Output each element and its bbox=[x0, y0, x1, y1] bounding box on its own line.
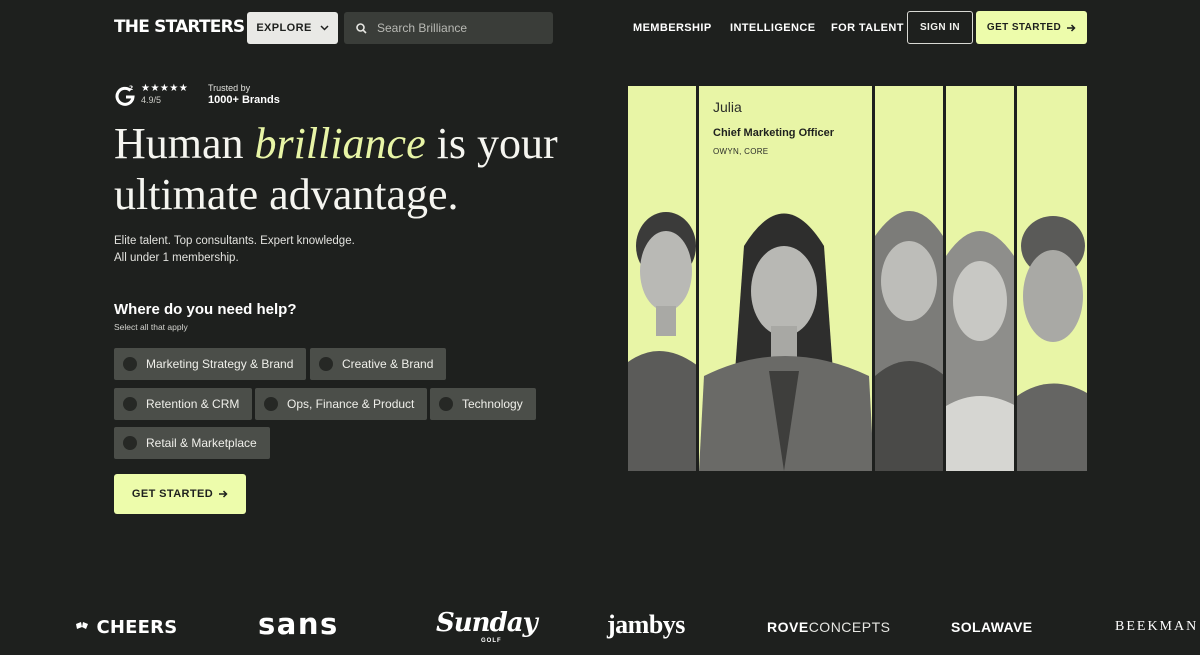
option-creative-brand[interactable]: Creative & Brand bbox=[310, 348, 447, 380]
talent-portrait-1[interactable] bbox=[628, 86, 696, 471]
option-label: Technology bbox=[462, 397, 523, 411]
option-label: Ops, Finance & Product bbox=[287, 397, 415, 411]
radio-icon bbox=[123, 357, 137, 371]
person-image bbox=[699, 213, 872, 471]
option-retail-marketplace[interactable]: Retail & Marketplace bbox=[114, 427, 270, 459]
person-image bbox=[628, 212, 696, 471]
hero-title-part1: Human bbox=[114, 119, 255, 168]
explore-label: EXPLORE bbox=[256, 22, 312, 34]
talent-portrait-julia[interactable] bbox=[699, 86, 872, 471]
option-label: Creative & Brand bbox=[342, 357, 434, 371]
hero-title: Human brilliance is your ultimate advant… bbox=[114, 118, 584, 220]
g2-logo-icon: 2 bbox=[115, 85, 135, 106]
sign-in-label: SIGN IN bbox=[919, 22, 961, 33]
person-image bbox=[946, 231, 1014, 471]
brand-rove-bold: ROVE bbox=[767, 619, 809, 635]
rating-stars: ★★★★★ bbox=[141, 83, 189, 94]
search-input[interactable] bbox=[377, 21, 537, 35]
option-marketing-strategy[interactable]: Marketing Strategy & Brand bbox=[114, 348, 307, 380]
svg-text:2: 2 bbox=[129, 85, 133, 92]
brand-logo-beekman: BEEKMAN 1802 bbox=[1115, 619, 1200, 634]
hero-get-started-label: GET STARTED bbox=[131, 488, 214, 500]
nav-get-started-label: GET STARTED bbox=[986, 22, 1062, 33]
top-nav: THE STARTERS EXPLORE MEMBERSHIP INTELLIG… bbox=[0, 0, 1200, 56]
nav-link-for-talent[interactable]: FOR TALENT bbox=[831, 22, 904, 34]
featured-name: Julia bbox=[713, 99, 742, 115]
radio-icon bbox=[123, 397, 137, 411]
radio-icon bbox=[439, 397, 453, 411]
radio-icon bbox=[319, 357, 333, 371]
chevron-down-icon bbox=[320, 25, 329, 31]
hero-get-started-button[interactable]: GET STARTED bbox=[114, 474, 246, 514]
featured-company: OWYN, CORE bbox=[713, 147, 769, 156]
brand-rove-light: CONCEPTS bbox=[808, 619, 891, 635]
brand-logo-sunday-sub: GOLF bbox=[481, 638, 502, 644]
brand-logo-jambys: jambys bbox=[607, 610, 685, 639]
radio-icon bbox=[123, 436, 137, 450]
explore-button[interactable]: EXPLORE bbox=[247, 12, 338, 44]
talent-portrait-5[interactable] bbox=[1017, 86, 1087, 471]
brand-logo-rove: ROVECONCEPTS bbox=[767, 619, 890, 635]
option-retention-crm[interactable]: Retention & CRM bbox=[114, 388, 253, 420]
brand-logo-sunday: Sunday bbox=[436, 608, 538, 638]
brand-name: CHEERS bbox=[96, 617, 178, 638]
radio-icon bbox=[264, 397, 278, 411]
option-technology[interactable]: Technology bbox=[430, 388, 536, 420]
arrow-right-icon bbox=[219, 490, 228, 498]
site-logo[interactable]: THE STARTERS bbox=[114, 17, 245, 37]
help-question: Where do you need help? bbox=[114, 301, 297, 318]
brand-logo-sans: sans bbox=[258, 607, 339, 641]
option-ops-finance[interactable]: Ops, Finance & Product bbox=[255, 388, 428, 420]
option-label: Retail & Marketplace bbox=[146, 436, 257, 450]
featured-role: Chief Marketing Officer bbox=[713, 127, 835, 139]
sign-in-button[interactable]: SIGN IN bbox=[907, 11, 973, 44]
brand-logo-solawave: SOLAWAVE bbox=[951, 619, 1033, 635]
brand-logo-cheers: CHEERS bbox=[74, 617, 177, 638]
help-instruction: Select all that apply bbox=[114, 322, 188, 332]
brands-count: 1000+ Brands bbox=[208, 94, 280, 106]
nav-link-intelligence[interactable]: INTELLIGENCE bbox=[730, 22, 815, 34]
person-image bbox=[1017, 216, 1087, 471]
option-label: Marketing Strategy & Brand bbox=[146, 357, 294, 371]
hero-subtitle-line2: All under 1 membership. bbox=[114, 252, 239, 264]
arrow-right-icon bbox=[1067, 23, 1076, 32]
trusted-by-label: Trusted by bbox=[208, 83, 251, 93]
nav-get-started-button[interactable]: GET STARTED bbox=[976, 11, 1087, 44]
option-label: Retention & CRM bbox=[146, 397, 240, 411]
hero-subtitle: Elite talent. Top consultants. Expert kn… bbox=[114, 233, 355, 267]
search-icon bbox=[356, 22, 367, 34]
cheers-mark-icon bbox=[76, 622, 88, 629]
person-image bbox=[875, 211, 943, 471]
hero-subtitle-line1: Elite talent. Top consultants. Expert kn… bbox=[114, 235, 355, 247]
nav-link-membership[interactable]: MEMBERSHIP bbox=[633, 22, 712, 34]
search-bar[interactable] bbox=[344, 12, 553, 44]
rating-value: 4.9/5 bbox=[141, 95, 162, 105]
talent-portrait-4[interactable] bbox=[946, 86, 1014, 471]
hero-title-highlight: brilliance bbox=[254, 119, 426, 168]
talent-portrait-3[interactable] bbox=[875, 86, 943, 471]
